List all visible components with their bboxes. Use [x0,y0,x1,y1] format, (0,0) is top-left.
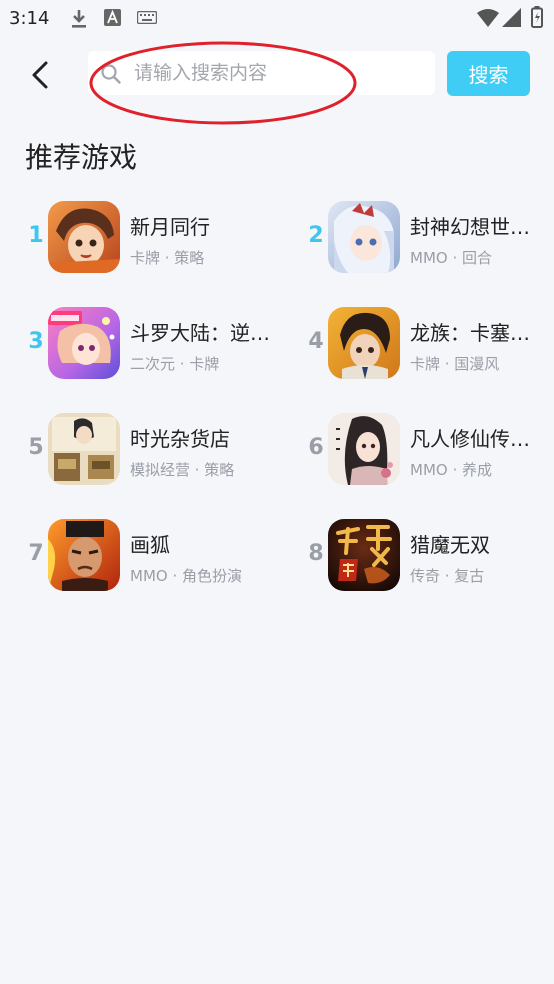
game-item-5[interactable]: 5 时光杂货店 模拟经营 · 策略 [26,413,276,487]
search-box[interactable] [88,51,435,95]
game-icon [48,519,120,591]
game-tags: 二次元 · 卡牌 [130,355,220,373]
game-icon [328,413,400,485]
rank-number: 2 [308,223,324,248]
game-name: 龙族：卡塞… [410,321,530,345]
game-tags: 模拟经营 · 策略 [130,461,235,479]
status-bar: 3:14 [0,0,554,36]
wifi-icon [477,9,499,27]
game-tags: MMO · 养成 [410,461,492,479]
game-item-2[interactable]: 2 封神幻想世… MMO · 回合 [306,201,554,275]
game-icon [328,201,400,273]
rank-number: 1 [28,223,44,248]
rank-number: 5 [28,435,44,460]
game-item-6[interactable]: 6 凡人修仙传… MMO · 养成 [306,413,554,487]
game-name: 斗罗大陆：逆… [130,321,270,345]
game-tags: 传奇 · 复古 [410,567,485,585]
rank-number: 3 [28,329,44,354]
game-name: 凡人修仙传… [410,427,530,451]
search-button[interactable]: 搜索 [447,51,530,96]
search-input[interactable] [134,51,424,95]
game-item-1[interactable]: 1 新月同行 卡牌 · 策略 [26,201,276,275]
search-header: 搜索 [0,48,554,100]
section-title-recommended: 推荐游戏 [25,141,138,174]
game-name: 时光杂货店 [130,427,230,451]
search-icon [101,64,121,84]
game-item-3[interactable]: 3 斗罗大陆：逆… 二次元 · 卡牌 [26,307,276,381]
game-item-8[interactable]: 8 猎魔无双 传奇 · 复古 [306,519,554,593]
status-time: 3:14 [9,8,50,29]
game-tags: 卡牌 · 国漫风 [410,355,500,373]
game-tags: 卡牌 · 策略 [130,249,205,267]
game-tags: MMO · 回合 [410,249,492,267]
rank-number: 8 [308,541,324,566]
game-icon [48,201,120,273]
game-name: 画狐 [130,533,170,557]
game-name: 封神幻想世… [410,215,530,239]
game-name: 新月同行 [130,215,210,239]
back-arrow-icon[interactable] [24,58,58,92]
rank-number: 7 [28,541,44,566]
signal-icon [502,8,521,27]
game-icon [328,307,400,379]
game-icon [48,307,120,379]
rank-number: 4 [308,329,324,354]
game-icon [48,413,120,485]
keyboard-icon [137,11,157,24]
game-icon [328,519,400,591]
download-icon [72,10,86,28]
battery-charging-icon [531,6,543,28]
game-item-4[interactable]: 4 龙族：卡塞… 卡牌 · 国漫风 [306,307,554,381]
rank-number: 6 [308,435,324,460]
font-a-icon [104,9,121,26]
game-name: 猎魔无双 [410,533,490,557]
game-item-7[interactable]: 7 画狐 MMO · 角色扮演 [26,519,276,593]
game-tags: MMO · 角色扮演 [130,567,242,585]
